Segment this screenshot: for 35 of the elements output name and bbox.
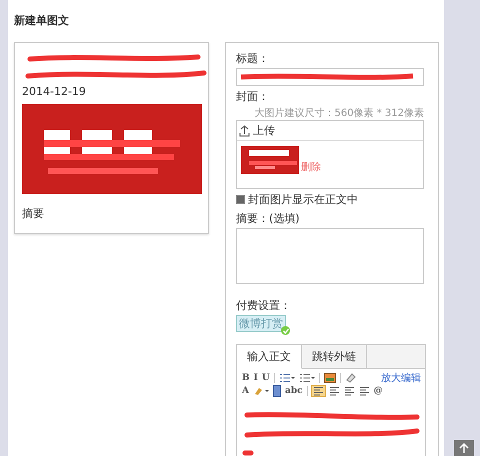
align-button[interactable]	[328, 384, 341, 396]
arrow-up-icon	[458, 442, 470, 454]
checkbox-label: 封面图片显示在正文中	[248, 192, 358, 207]
align-button[interactable]	[310, 384, 326, 396]
back-to-top-button[interactable]	[454, 440, 474, 456]
field-label: 摘要：(选填)	[236, 211, 301, 226]
summary-field[interactable]	[236, 228, 424, 284]
toolbar-button[interactable]: @	[372, 384, 384, 396]
page-title: 新建单图文	[13, 13, 70, 29]
hint-text: 大图片建议尺寸：560像素 * 312像素	[253, 106, 424, 120]
field-label: 标题：	[236, 51, 270, 66]
list-button[interactable]	[298, 372, 316, 384]
align-button[interactable]	[358, 384, 371, 396]
image-button[interactable]	[322, 372, 337, 384]
list-button[interactable]	[278, 372, 296, 384]
check-icon	[281, 326, 290, 335]
toolbar-button[interactable]: U	[260, 372, 271, 384]
toolbar-button[interactable]: abc	[284, 384, 304, 396]
toolbar-button[interactable]: I	[252, 372, 259, 384]
summary-text: 摘要	[22, 206, 45, 221]
article-date: 2014-12-19	[22, 85, 87, 98]
toolbar-button[interactable]: B	[241, 372, 251, 384]
align-button[interactable]	[342, 384, 356, 396]
title-field[interactable]	[236, 68, 424, 86]
eraser-button[interactable]	[344, 372, 357, 384]
upload-button[interactable]: 上传	[239, 123, 275, 138]
tab[interactable]: 输入正文	[237, 345, 302, 369]
upload-icon	[239, 124, 250, 136]
field-label: 付费设置：	[236, 298, 292, 313]
block-button[interactable]	[272, 384, 282, 396]
expand-editor-link[interactable]: 放大编辑	[381, 370, 421, 384]
toolbar-button[interactable]: A	[241, 384, 250, 396]
tab[interactable]: 跳转外链	[302, 345, 367, 368]
checkbox[interactable]	[236, 195, 245, 204]
field-label: 封面：	[236, 89, 270, 104]
